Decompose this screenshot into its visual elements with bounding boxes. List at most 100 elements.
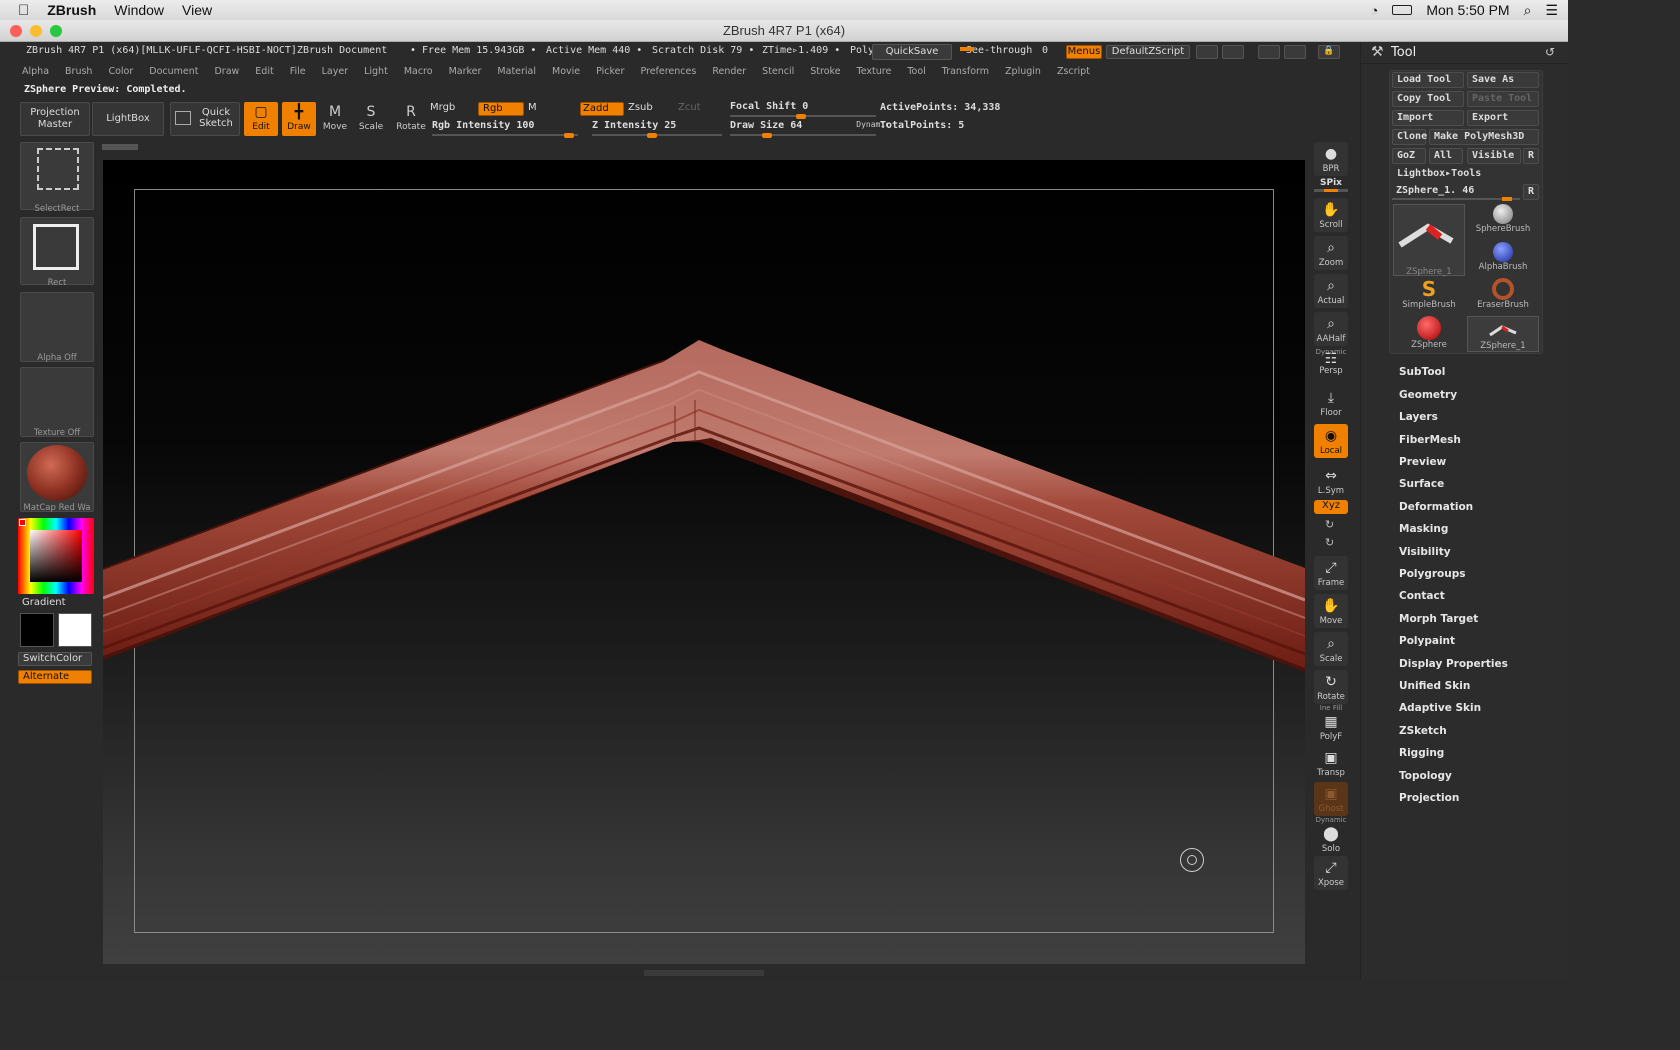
menu-tool[interactable]: Tool — [899, 66, 933, 80]
rgb-intensity-slider[interactable]: Rgb Intensity 100 — [432, 120, 578, 138]
menu-stencil[interactable]: Stencil — [754, 66, 802, 80]
rect-stroke-button[interactable] — [20, 217, 94, 285]
app-menu[interactable]: ZBrush — [38, 2, 105, 18]
lightbox-tools-button[interactable]: Lightbox▸Tools — [1392, 166, 1539, 182]
focal-shift-slider[interactable]: Focal Shift 0 — [730, 101, 876, 119]
make-polymesh3d-button[interactable]: Make PolyMesh3D — [1429, 129, 1539, 145]
see-through-slider[interactable]: See-through 0 — [960, 44, 1056, 60]
m-button[interactable]: M — [528, 102, 568, 116]
spix-slider[interactable]: SPix — [1314, 178, 1348, 192]
canvas-tab[interactable] — [102, 144, 138, 150]
goz-r-button[interactable]: R — [1523, 148, 1539, 164]
menu-document[interactable]: Document — [141, 66, 206, 80]
frame-button[interactable]: ⤢ Frame — [1314, 556, 1348, 590]
tool-thumb-sphere-brush[interactable]: SphereBrush — [1467, 204, 1539, 240]
projection-master-button[interactable]: Projection Master — [20, 102, 90, 136]
menu-preferences[interactable]: Preferences — [632, 66, 704, 80]
paste-tool-button[interactable]: Paste Tool — [1467, 91, 1539, 107]
floor-button[interactable]: ⤓ Floor — [1314, 386, 1348, 420]
current-tool-r-button[interactable]: R — [1523, 184, 1539, 200]
close-window-button[interactable] — [10, 25, 22, 37]
edit-mode-button[interactable]: ▢ Edit — [244, 102, 278, 136]
ghost-button[interactable]: ▣ Ghost — [1314, 782, 1348, 816]
bpr-button[interactable]: ● BPR — [1314, 142, 1348, 176]
document-canvas[interactable] — [103, 160, 1305, 964]
zadd-button[interactable]: Zadd — [580, 102, 624, 116]
menu-color[interactable]: Color — [100, 66, 141, 80]
section-preview[interactable]: Preview — [1399, 456, 1446, 468]
menu-render[interactable]: Render — [704, 66, 754, 80]
move-view-button[interactable]: ✋ Move — [1314, 594, 1348, 628]
apple-menu-icon[interactable]:  — [0, 2, 38, 19]
goz-visible-button[interactable]: Visible — [1467, 148, 1521, 164]
clone-button[interactable]: Clone — [1392, 129, 1427, 145]
texture-picker[interactable] — [20, 367, 94, 437]
section-surface[interactable]: Surface — [1399, 478, 1444, 490]
alternate-toggle[interactable]: Alternate — [18, 670, 92, 684]
menu-macro[interactable]: Macro — [396, 66, 441, 80]
spotlight-search-icon[interactable]: ⌕ — [1524, 2, 1532, 19]
section-projection[interactable]: Projection — [1399, 792, 1459, 804]
tool-thumb-simple-brush[interactable]: S SimpleBrush — [1393, 278, 1465, 314]
color-picker[interactable] — [18, 518, 94, 594]
menu-marker[interactable]: Marker — [441, 66, 490, 80]
secondary-color-swatch[interactable] — [58, 613, 92, 647]
menus-toggle[interactable]: Menus — [1066, 45, 1102, 59]
zcut-button[interactable]: Zcut — [678, 102, 722, 116]
goz-button[interactable]: GoZ — [1392, 148, 1426, 164]
tool-thumb-alpha-brush[interactable]: AlphaBrush — [1467, 242, 1539, 278]
menu-texture[interactable]: Texture — [849, 66, 900, 80]
tool-thumb-zsphere-main[interactable]: ZSphere_1 — [1393, 204, 1465, 277]
tool-thumb-zsphere-1[interactable]: ZSphere_1 — [1467, 316, 1539, 352]
zoom-window-button[interactable] — [50, 25, 62, 37]
canvas-bottom-handle[interactable] — [644, 970, 764, 976]
section-zsketch[interactable]: ZSketch — [1399, 725, 1447, 737]
battery-icon[interactable] — [1392, 5, 1413, 15]
xpose-button[interactable]: ⤢ Xpose — [1314, 856, 1348, 890]
goz-all-button[interactable]: All — [1429, 148, 1463, 164]
section-morph-target[interactable]: Morph Target — [1399, 613, 1478, 625]
scroll-button[interactable]: ✋ Scroll — [1314, 198, 1348, 232]
zoom-button[interactable]: ⌕ Zoom — [1314, 236, 1348, 270]
actual-button[interactable]: ⌕ Actual — [1314, 274, 1348, 308]
menu-window[interactable]: Window — [105, 2, 173, 18]
select-rect-button[interactable] — [20, 142, 94, 210]
gradient-label[interactable]: Gradient — [22, 597, 66, 608]
section-visibility[interactable]: Visibility — [1399, 546, 1451, 558]
menu-layer[interactable]: Layer — [314, 66, 357, 80]
section-contact[interactable]: Contact — [1399, 590, 1445, 602]
menu-view[interactable]: View — [173, 2, 221, 18]
transp-button[interactable]: ▣ Transp — [1314, 746, 1348, 780]
primary-color-swatch[interactable] — [20, 613, 54, 647]
solo-button[interactable]: ⬤ Solo — [1314, 822, 1348, 856]
current-tool-slider[interactable]: ZSphere_1. 46 — [1392, 184, 1520, 201]
scale-view-button[interactable]: ⌕ Scale — [1314, 632, 1348, 666]
layout-toggle-4[interactable] — [1284, 45, 1306, 59]
menu-draw[interactable]: Draw — [206, 66, 247, 80]
xyz-button[interactable]: Xyz — [1314, 500, 1348, 514]
export-button[interactable]: Export — [1467, 110, 1539, 126]
quicksave-button[interactable]: QuickSave — [872, 44, 952, 60]
lightbox-button[interactable]: LightBox — [92, 102, 164, 136]
section-polygroups[interactable]: Polygroups — [1399, 568, 1466, 580]
rotate-mode-button[interactable]: R Rotate — [394, 102, 428, 136]
section-fibermesh[interactable]: FiberMesh — [1399, 434, 1461, 446]
section-geometry[interactable]: Geometry — [1399, 389, 1457, 401]
menu-transform[interactable]: Transform — [934, 66, 997, 80]
import-button[interactable]: Import — [1392, 110, 1464, 126]
local-button[interactable]: ◉ Local — [1314, 424, 1348, 458]
menu-alpha[interactable]: Alpha — [14, 66, 57, 80]
default-zscript-button[interactable]: DefaultZScript — [1106, 45, 1190, 59]
zsub-button[interactable]: Zsub — [628, 102, 672, 116]
rotate-y-icon[interactable]: ↻ — [1325, 518, 1334, 531]
section-deformation[interactable]: Deformation — [1399, 501, 1473, 513]
save-as-button[interactable]: Save As — [1467, 72, 1539, 88]
menu-movie[interactable]: Movie — [544, 66, 588, 80]
section-masking[interactable]: Masking — [1399, 523, 1448, 535]
clock[interactable]: Mon 5:50 PM — [1426, 2, 1509, 18]
notification-center-icon[interactable]: ☰ — [1545, 2, 1558, 19]
section-layers[interactable]: Layers — [1399, 411, 1438, 423]
menu-zplugin[interactable]: Zplugin — [997, 66, 1049, 80]
tool-palette-header[interactable]: ⚒ Tool ↺ — [1361, 42, 1569, 64]
section-topology[interactable]: Topology — [1399, 770, 1452, 782]
